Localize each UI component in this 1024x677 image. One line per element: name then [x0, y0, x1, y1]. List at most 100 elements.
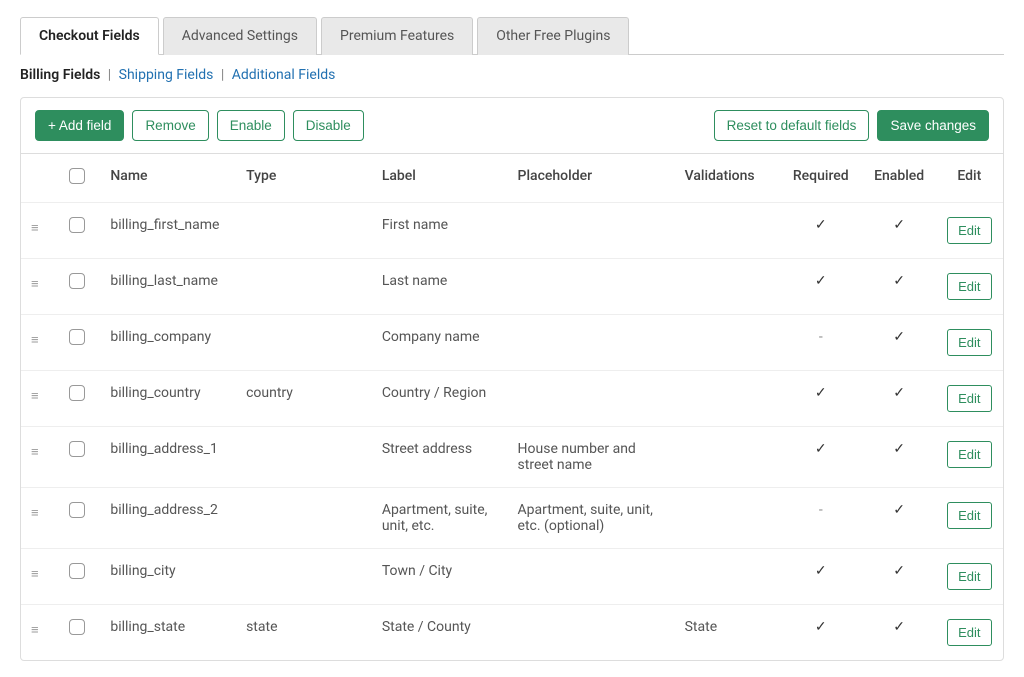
disable-button[interactable]: Disable	[293, 110, 364, 141]
cell-enabled: ✓	[863, 549, 936, 605]
table-row: ≡billing_first_nameFirst name✓✓Edit	[21, 203, 1003, 259]
edit-button[interactable]: Edit	[947, 385, 991, 412]
enable-button[interactable]: Enable	[217, 110, 285, 141]
drag-handle-icon[interactable]: ≡	[31, 217, 38, 236]
check-icon: ✓	[893, 329, 905, 345]
reset-button[interactable]: Reset to default fields	[714, 110, 870, 141]
cell-enabled: ✓	[863, 427, 936, 488]
cell-validations	[675, 203, 779, 259]
cell-label: State / County	[372, 605, 508, 661]
cell-enabled: ✓	[863, 371, 936, 427]
cell-validations: State	[675, 605, 779, 661]
cell-required: ✓	[779, 203, 863, 259]
cell-required: ✓	[779, 427, 863, 488]
cell-label: Town / City	[372, 549, 508, 605]
edit-button[interactable]: Edit	[947, 502, 991, 529]
edit-button[interactable]: Edit	[947, 441, 991, 468]
cell-validations	[675, 371, 779, 427]
check-icon: ✓	[893, 619, 905, 635]
row-checkbox[interactable]	[69, 563, 85, 579]
subnav-additional-fields[interactable]: Additional Fields	[232, 67, 336, 83]
check-icon: ✓	[815, 619, 827, 635]
tab-checkout-fields[interactable]: Checkout Fields	[20, 17, 159, 55]
check-icon: ✓	[815, 385, 827, 401]
cell-label: First name	[372, 203, 508, 259]
cell-enabled: ✓	[863, 488, 936, 549]
cell-validations	[675, 259, 779, 315]
cell-placeholder	[508, 605, 675, 661]
cell-label: Street address	[372, 427, 508, 488]
cell-name: billing_state	[100, 605, 236, 661]
edit-button[interactable]: Edit	[947, 563, 991, 590]
cell-name: billing_city	[100, 549, 236, 605]
subnav-billing-fields: Billing Fields	[20, 67, 100, 83]
cell-name: billing_country	[100, 371, 236, 427]
drag-handle-icon[interactable]: ≡	[31, 563, 38, 582]
tab-advanced-settings[interactable]: Advanced Settings	[163, 17, 317, 55]
table-row: ≡billing_statestateState / CountyState✓✓…	[21, 605, 1003, 661]
check-icon: ✓	[893, 273, 905, 289]
drag-handle-icon[interactable]: ≡	[31, 441, 38, 460]
save-button[interactable]: Save changes	[877, 110, 989, 141]
cell-required: ✓	[779, 259, 863, 315]
cell-label: Company name	[372, 315, 508, 371]
cell-type	[236, 315, 372, 371]
drag-handle-icon[interactable]: ≡	[31, 385, 38, 404]
tab-premium-features[interactable]: Premium Features	[321, 17, 473, 55]
cell-required: -	[779, 315, 863, 371]
row-checkbox[interactable]	[69, 217, 85, 233]
cell-validations	[675, 549, 779, 605]
table-row: ≡ billing_countrycountryCountry / Region ✓…	[21, 371, 1003, 427]
table-row: ≡billing_companyCompany name-✓Edit	[21, 315, 1003, 371]
select-all-checkbox[interactable]	[69, 168, 85, 184]
subnav-shipping-fields[interactable]: Shipping Fields	[119, 67, 214, 83]
cell-validations	[675, 427, 779, 488]
remove-button[interactable]: Remove	[132, 110, 208, 141]
cell-placeholder	[508, 203, 675, 259]
drag-handle-icon[interactable]: ≡	[31, 329, 38, 348]
check-icon: ✓	[893, 217, 905, 233]
edit-button[interactable]: Edit	[947, 329, 991, 356]
cell-placeholder: Apartment, suite, unit, etc. (optional)	[508, 488, 675, 549]
toolbar: + Add field Remove Enable Disable Reset …	[21, 98, 1003, 153]
cell-placeholder: House number and street name	[508, 427, 675, 488]
drag-handle-icon[interactable]: ≡	[31, 502, 38, 521]
drag-handle-icon[interactable]: ≡	[31, 619, 38, 638]
row-checkbox[interactable]	[69, 502, 85, 518]
dash-icon: -	[819, 329, 823, 345]
header-name: Name	[100, 154, 236, 203]
edit-button[interactable]: Edit	[947, 273, 991, 300]
cell-type	[236, 259, 372, 315]
check-icon: ✓	[893, 441, 905, 457]
edit-button[interactable]: Edit	[947, 619, 991, 646]
row-checkbox[interactable]	[69, 441, 85, 457]
row-checkbox[interactable]	[69, 273, 85, 289]
add-field-button[interactable]: + Add field	[35, 110, 124, 141]
separator: |	[217, 67, 227, 83]
cell-placeholder	[508, 549, 675, 605]
header-required: Required	[779, 154, 863, 203]
cell-required: ✓	[779, 549, 863, 605]
check-icon: ✓	[815, 441, 827, 457]
drag-handle-icon[interactable]: ≡	[31, 273, 38, 292]
tab-other-free-plugins[interactable]: Other Free Plugins	[477, 17, 629, 55]
cell-label: Last name	[372, 259, 508, 315]
row-checkbox[interactable]	[69, 385, 85, 401]
cell-label: Country / Region	[372, 371, 508, 427]
cell-validations	[675, 488, 779, 549]
cell-name: billing_last_name	[100, 259, 236, 315]
table-row: ≡billing_address_2Apartment, suite, unit…	[21, 488, 1003, 549]
row-checkbox[interactable]	[69, 329, 85, 345]
cell-type	[236, 488, 372, 549]
table-row: ≡ billing_last_name Last name ✓ ✓ Edit	[21, 259, 1003, 315]
cell-enabled: ✓	[863, 315, 936, 371]
cell-type: country	[236, 371, 372, 427]
cell-enabled: ✓	[863, 259, 936, 315]
row-checkbox[interactable]	[69, 619, 85, 635]
cell-name: billing_address_1	[100, 427, 236, 488]
header-validations: Validations	[675, 154, 779, 203]
cell-required: ✓	[779, 605, 863, 661]
edit-button[interactable]: Edit	[947, 217, 991, 244]
cell-placeholder	[508, 259, 675, 315]
cell-placeholder	[508, 371, 675, 427]
